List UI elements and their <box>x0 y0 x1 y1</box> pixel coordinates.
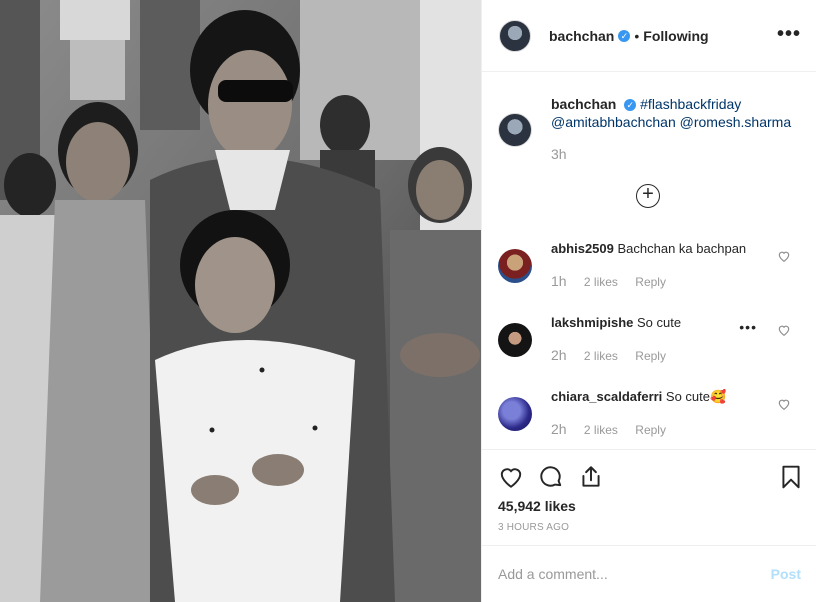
share-icon[interactable] <box>578 464 604 490</box>
commenter-avatar[interactable] <box>498 397 532 431</box>
comment-time[interactable]: 2h <box>551 347 567 363</box>
reply-button[interactable]: Reply <box>635 423 666 437</box>
comment-item: lakshmipishe So cute 2h 2 likes Reply ••… <box>498 315 803 375</box>
comment-like-heart-icon[interactable] <box>777 323 791 337</box>
comment-text: lakshmipishe So cute <box>551 315 681 330</box>
mention-link[interactable]: @amitabhbachchan <box>551 114 676 130</box>
following-button[interactable]: Following <box>643 28 708 44</box>
comment-likes[interactable]: 2 likes <box>584 349 618 363</box>
reply-button[interactable]: Reply <box>635 349 666 363</box>
comment-body: So cute🥰 <box>665 389 727 404</box>
comment-item: abhis2509 Bachchan ka bachpan 1h 2 likes… <box>498 241 803 301</box>
caption-avatar[interactable] <box>498 113 532 147</box>
commenter-avatar[interactable] <box>498 323 532 357</box>
hashtag-link[interactable]: #flashbackfriday <box>640 96 741 112</box>
flashback-photo-image <box>0 0 481 602</box>
commenter-avatar[interactable] <box>498 249 532 283</box>
heart-icon[interactable] <box>498 464 524 490</box>
commenter-username[interactable]: abhis2509 <box>551 241 614 256</box>
comment-icon[interactable] <box>538 464 564 490</box>
comment-text: abhis2509 Bachchan ka bachpan <box>551 241 746 256</box>
verified-badge-icon: ✓ <box>624 99 637 111</box>
add-comment-bar: Post <box>482 545 816 602</box>
comment-time[interactable]: 1h <box>551 273 567 289</box>
post-photo[interactable] <box>0 0 481 602</box>
caption-timestamp[interactable]: 3h <box>551 146 567 162</box>
commenter-username[interactable]: lakshmipishe <box>551 315 633 330</box>
mention-link[interactable]: @romesh.sharma <box>680 114 791 130</box>
post-header: bachchan ✓ • Following ••• <box>482 0 816 72</box>
comment-body: So cute <box>637 315 682 330</box>
comment-meta: 1h 2 likes Reply <box>551 273 666 289</box>
comment-text: chiara_scaldaferri So cute🥰 <box>551 389 726 405</box>
comment-options-icon[interactable]: ••• <box>739 319 757 335</box>
post-timestamp[interactable]: 3 HOURS AGO <box>498 522 569 533</box>
bookmark-icon[interactable] <box>778 464 804 490</box>
caption-text: bachchan ✓ #flashbackfriday @amitabhbach… <box>551 95 811 131</box>
more-options-icon[interactable]: ••• <box>777 24 801 44</box>
post-details-panel: bachchan ✓ • Following ••• bachchan ✓ #f… <box>481 0 816 602</box>
comment-item: chiara_scaldaferri So cute🥰 2h 2 likes R… <box>498 389 803 449</box>
author-username[interactable]: bachchan <box>549 28 614 44</box>
commenter-username[interactable]: chiara_scaldaferri <box>551 389 662 404</box>
post-comment-button[interactable]: Post <box>771 566 801 582</box>
author-avatar[interactable] <box>499 19 531 52</box>
comment-meta: 2h 2 likes Reply <box>551 421 666 437</box>
comment-time[interactable]: 2h <box>551 421 567 437</box>
caption-username[interactable]: bachchan <box>551 96 616 112</box>
like-count[interactable]: 45,942 likes <box>498 498 576 514</box>
comment-body: Bachchan ka bachpan <box>617 241 747 256</box>
reply-button[interactable]: Reply <box>635 275 666 289</box>
verified-badge-icon: ✓ <box>618 29 631 42</box>
separator-dot: • <box>634 27 640 44</box>
comment-likes[interactable]: 2 likes <box>584 275 618 289</box>
post-actions: 45,942 likes 3 HOURS AGO <box>482 449 816 549</box>
comment-meta: 2h 2 likes Reply <box>551 347 666 363</box>
comment-likes[interactable]: 2 likes <box>584 423 618 437</box>
comment-like-heart-icon[interactable] <box>777 397 791 411</box>
load-more-comments-icon[interactable]: + <box>636 184 660 208</box>
comment-like-heart-icon[interactable] <box>777 249 791 263</box>
add-comment-input[interactable] <box>498 564 758 584</box>
